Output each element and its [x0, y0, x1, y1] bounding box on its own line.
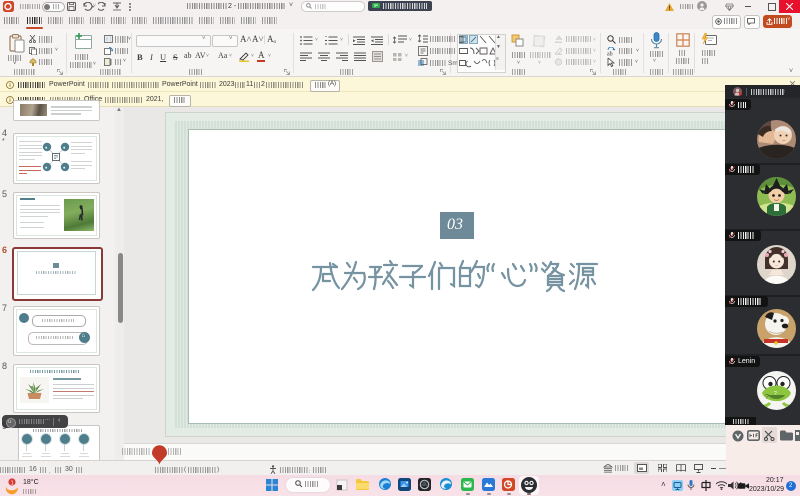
- svg-text:?: ?: [774, 391, 777, 397]
- svg-text:1: 1: [11, 480, 14, 486]
- svg-text:ab: ab: [607, 51, 613, 56]
- svg-text:?: ?: [765, 394, 769, 401]
